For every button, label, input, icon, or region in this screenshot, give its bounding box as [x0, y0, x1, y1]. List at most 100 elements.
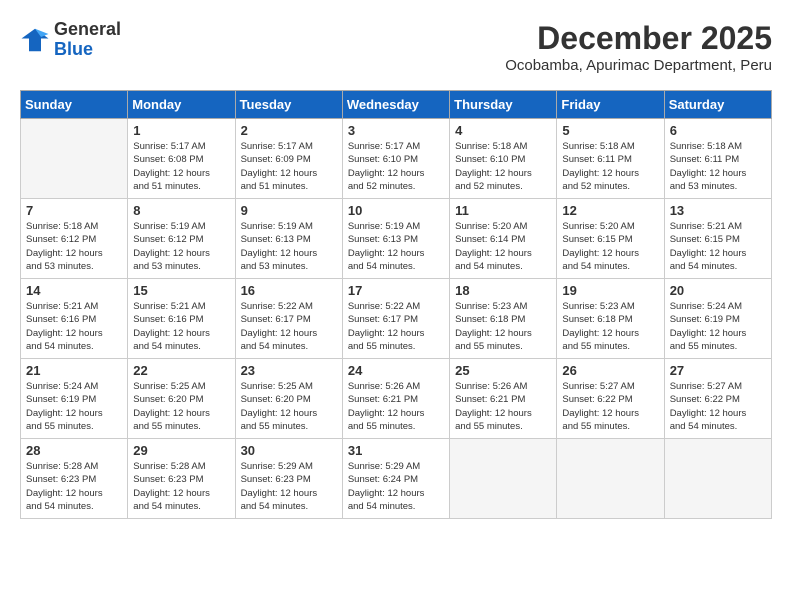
day-number: 7 — [26, 203, 122, 218]
day-number: 12 — [562, 203, 658, 218]
day-info: Sunrise: 5:22 AM Sunset: 6:17 PM Dayligh… — [241, 300, 337, 353]
day-info: Sunrise: 5:18 AM Sunset: 6:12 PM Dayligh… — [26, 220, 122, 273]
day-info: Sunrise: 5:18 AM Sunset: 6:11 PM Dayligh… — [670, 140, 766, 193]
day-info: Sunrise: 5:29 AM Sunset: 6:24 PM Dayligh… — [348, 460, 444, 513]
logo-text: General Blue — [54, 20, 121, 60]
day-info: Sunrise: 5:20 AM Sunset: 6:15 PM Dayligh… — [562, 220, 658, 273]
weekday-header: Tuesday — [235, 91, 342, 119]
logo: General Blue — [20, 20, 121, 60]
day-number: 21 — [26, 363, 122, 378]
page-header: General Blue December 2025 Ocobamba, Apu… — [20, 20, 772, 74]
calendar-table: SundayMondayTuesdayWednesdayThursdayFrid… — [20, 90, 772, 519]
calendar-week-row: 28 Sunrise: 5:28 AM Sunset: 6:23 PM Dayli… — [21, 439, 772, 519]
day-number: 5 — [562, 123, 658, 138]
logo-bird-icon — [20, 25, 50, 55]
day-number: 20 — [670, 283, 766, 298]
day-number: 10 — [348, 203, 444, 218]
day-number: 13 — [670, 203, 766, 218]
calendar-day-cell: 15 Sunrise: 5:21 AM Sunset: 6:16 PM Dayli… — [128, 279, 235, 359]
day-info: Sunrise: 5:21 AM Sunset: 6:16 PM Dayligh… — [26, 300, 122, 353]
calendar-day-cell: 19 Sunrise: 5:23 AM Sunset: 6:18 PM Dayli… — [557, 279, 664, 359]
calendar-day-cell: 12 Sunrise: 5:20 AM Sunset: 6:15 PM Dayli… — [557, 199, 664, 279]
day-number: 22 — [133, 363, 229, 378]
day-number: 27 — [670, 363, 766, 378]
calendar-day-cell: 17 Sunrise: 5:22 AM Sunset: 6:17 PM Dayli… — [342, 279, 449, 359]
day-info: Sunrise: 5:24 AM Sunset: 6:19 PM Dayligh… — [670, 300, 766, 353]
day-number: 11 — [455, 203, 551, 218]
day-info: Sunrise: 5:25 AM Sunset: 6:20 PM Dayligh… — [133, 380, 229, 433]
calendar-day-cell: 31 Sunrise: 5:29 AM Sunset: 6:24 PM Dayli… — [342, 439, 449, 519]
day-number: 17 — [348, 283, 444, 298]
weekday-header: Monday — [128, 91, 235, 119]
day-info: Sunrise: 5:21 AM Sunset: 6:15 PM Dayligh… — [670, 220, 766, 273]
day-number: 3 — [348, 123, 444, 138]
weekday-header: Thursday — [450, 91, 557, 119]
calendar-day-cell — [557, 439, 664, 519]
calendar-day-cell: 1Sunrise: 5:17 AM Sunset: 6:08 PM Daylig… — [128, 119, 235, 199]
calendar-week-row: 1Sunrise: 5:17 AM Sunset: 6:08 PM Daylig… — [21, 119, 772, 199]
day-number: 23 — [241, 363, 337, 378]
calendar-day-cell: 7 Sunrise: 5:18 AM Sunset: 6:12 PM Daylig… — [21, 199, 128, 279]
calendar-day-cell: 26Sunrise: 5:27 AM Sunset: 6:22 PM Dayli… — [557, 359, 664, 439]
day-info: Sunrise: 5:19 AM Sunset: 6:12 PM Dayligh… — [133, 220, 229, 273]
calendar-day-cell: 28 Sunrise: 5:28 AM Sunset: 6:23 PM Dayli… — [21, 439, 128, 519]
calendar-day-cell: 11 Sunrise: 5:20 AM Sunset: 6:14 PM Dayli… — [450, 199, 557, 279]
day-number: 16 — [241, 283, 337, 298]
calendar-day-cell: 10 Sunrise: 5:19 AM Sunset: 6:13 PM Dayli… — [342, 199, 449, 279]
logo-blue: Blue — [54, 40, 121, 60]
day-number: 4 — [455, 123, 551, 138]
calendar-day-cell: 14Sunrise: 5:21 AM Sunset: 6:16 PM Dayli… — [21, 279, 128, 359]
day-number: 8 — [133, 203, 229, 218]
location-subtitle: Ocobamba, Apurimac Department, Peru — [505, 57, 772, 74]
day-number: 19 — [562, 283, 658, 298]
day-number: 2 — [241, 123, 337, 138]
calendar-day-cell: 23Sunrise: 5:25 AM Sunset: 6:20 PM Dayli… — [235, 359, 342, 439]
day-number: 29 — [133, 443, 229, 458]
calendar-day-cell: 21 Sunrise: 5:24 AM Sunset: 6:19 PM Dayli… — [21, 359, 128, 439]
day-info: Sunrise: 5:17 AM Sunset: 6:10 PM Dayligh… — [348, 140, 444, 193]
calendar-week-row: 14Sunrise: 5:21 AM Sunset: 6:16 PM Dayli… — [21, 279, 772, 359]
day-number: 28 — [26, 443, 122, 458]
calendar-day-cell: 9 Sunrise: 5:19 AM Sunset: 6:13 PM Daylig… — [235, 199, 342, 279]
day-info: Sunrise: 5:22 AM Sunset: 6:17 PM Dayligh… — [348, 300, 444, 353]
day-info: Sunrise: 5:19 AM Sunset: 6:13 PM Dayligh… — [348, 220, 444, 273]
calendar-day-cell: 5Sunrise: 5:18 AM Sunset: 6:11 PM Daylig… — [557, 119, 664, 199]
day-number: 30 — [241, 443, 337, 458]
calendar-day-cell: 8 Sunrise: 5:19 AM Sunset: 6:12 PM Daylig… — [128, 199, 235, 279]
day-info: Sunrise: 5:19 AM Sunset: 6:13 PM Dayligh… — [241, 220, 337, 273]
day-number: 9 — [241, 203, 337, 218]
day-info: Sunrise: 5:24 AM Sunset: 6:19 PM Dayligh… — [26, 380, 122, 433]
weekday-header: Sunday — [21, 91, 128, 119]
month-title: December 2025 — [505, 20, 772, 57]
day-info: Sunrise: 5:18 AM Sunset: 6:10 PM Dayligh… — [455, 140, 551, 193]
weekday-header: Wednesday — [342, 91, 449, 119]
day-number: 26 — [562, 363, 658, 378]
day-info: Sunrise: 5:28 AM Sunset: 6:23 PM Dayligh… — [26, 460, 122, 513]
day-info: Sunrise: 5:23 AM Sunset: 6:18 PM Dayligh… — [562, 300, 658, 353]
day-number: 18 — [455, 283, 551, 298]
calendar-day-cell: 6Sunrise: 5:18 AM Sunset: 6:11 PM Daylig… — [664, 119, 771, 199]
day-info: Sunrise: 5:17 AM Sunset: 6:08 PM Dayligh… — [133, 140, 229, 193]
calendar-week-row: 7 Sunrise: 5:18 AM Sunset: 6:12 PM Daylig… — [21, 199, 772, 279]
day-number: 24 — [348, 363, 444, 378]
day-info: Sunrise: 5:27 AM Sunset: 6:22 PM Dayligh… — [670, 380, 766, 433]
day-info: Sunrise: 5:20 AM Sunset: 6:14 PM Dayligh… — [455, 220, 551, 273]
calendar-day-cell — [21, 119, 128, 199]
weekday-header: Saturday — [664, 91, 771, 119]
calendar-day-cell: 3 Sunrise: 5:17 AM Sunset: 6:10 PM Daylig… — [342, 119, 449, 199]
calendar-day-cell — [664, 439, 771, 519]
calendar-day-cell: 2Sunrise: 5:17 AM Sunset: 6:09 PM Daylig… — [235, 119, 342, 199]
day-number: 31 — [348, 443, 444, 458]
day-number: 25 — [455, 363, 551, 378]
logo-general: General — [54, 20, 121, 40]
calendar-day-cell: 16 Sunrise: 5:22 AM Sunset: 6:17 PM Dayli… — [235, 279, 342, 359]
calendar-day-cell: 20 Sunrise: 5:24 AM Sunset: 6:19 PM Dayli… — [664, 279, 771, 359]
weekday-header: Friday — [557, 91, 664, 119]
day-info: Sunrise: 5:21 AM Sunset: 6:16 PM Dayligh… — [133, 300, 229, 353]
calendar-day-cell: 4 Sunrise: 5:18 AM Sunset: 6:10 PM Daylig… — [450, 119, 557, 199]
day-info: Sunrise: 5:29 AM Sunset: 6:23 PM Dayligh… — [241, 460, 337, 513]
calendar-day-cell: 13 Sunrise: 5:21 AM Sunset: 6:15 PM Dayli… — [664, 199, 771, 279]
day-number: 15 — [133, 283, 229, 298]
calendar-day-cell — [450, 439, 557, 519]
calendar-day-cell: 24Sunrise: 5:26 AM Sunset: 6:21 PM Dayli… — [342, 359, 449, 439]
